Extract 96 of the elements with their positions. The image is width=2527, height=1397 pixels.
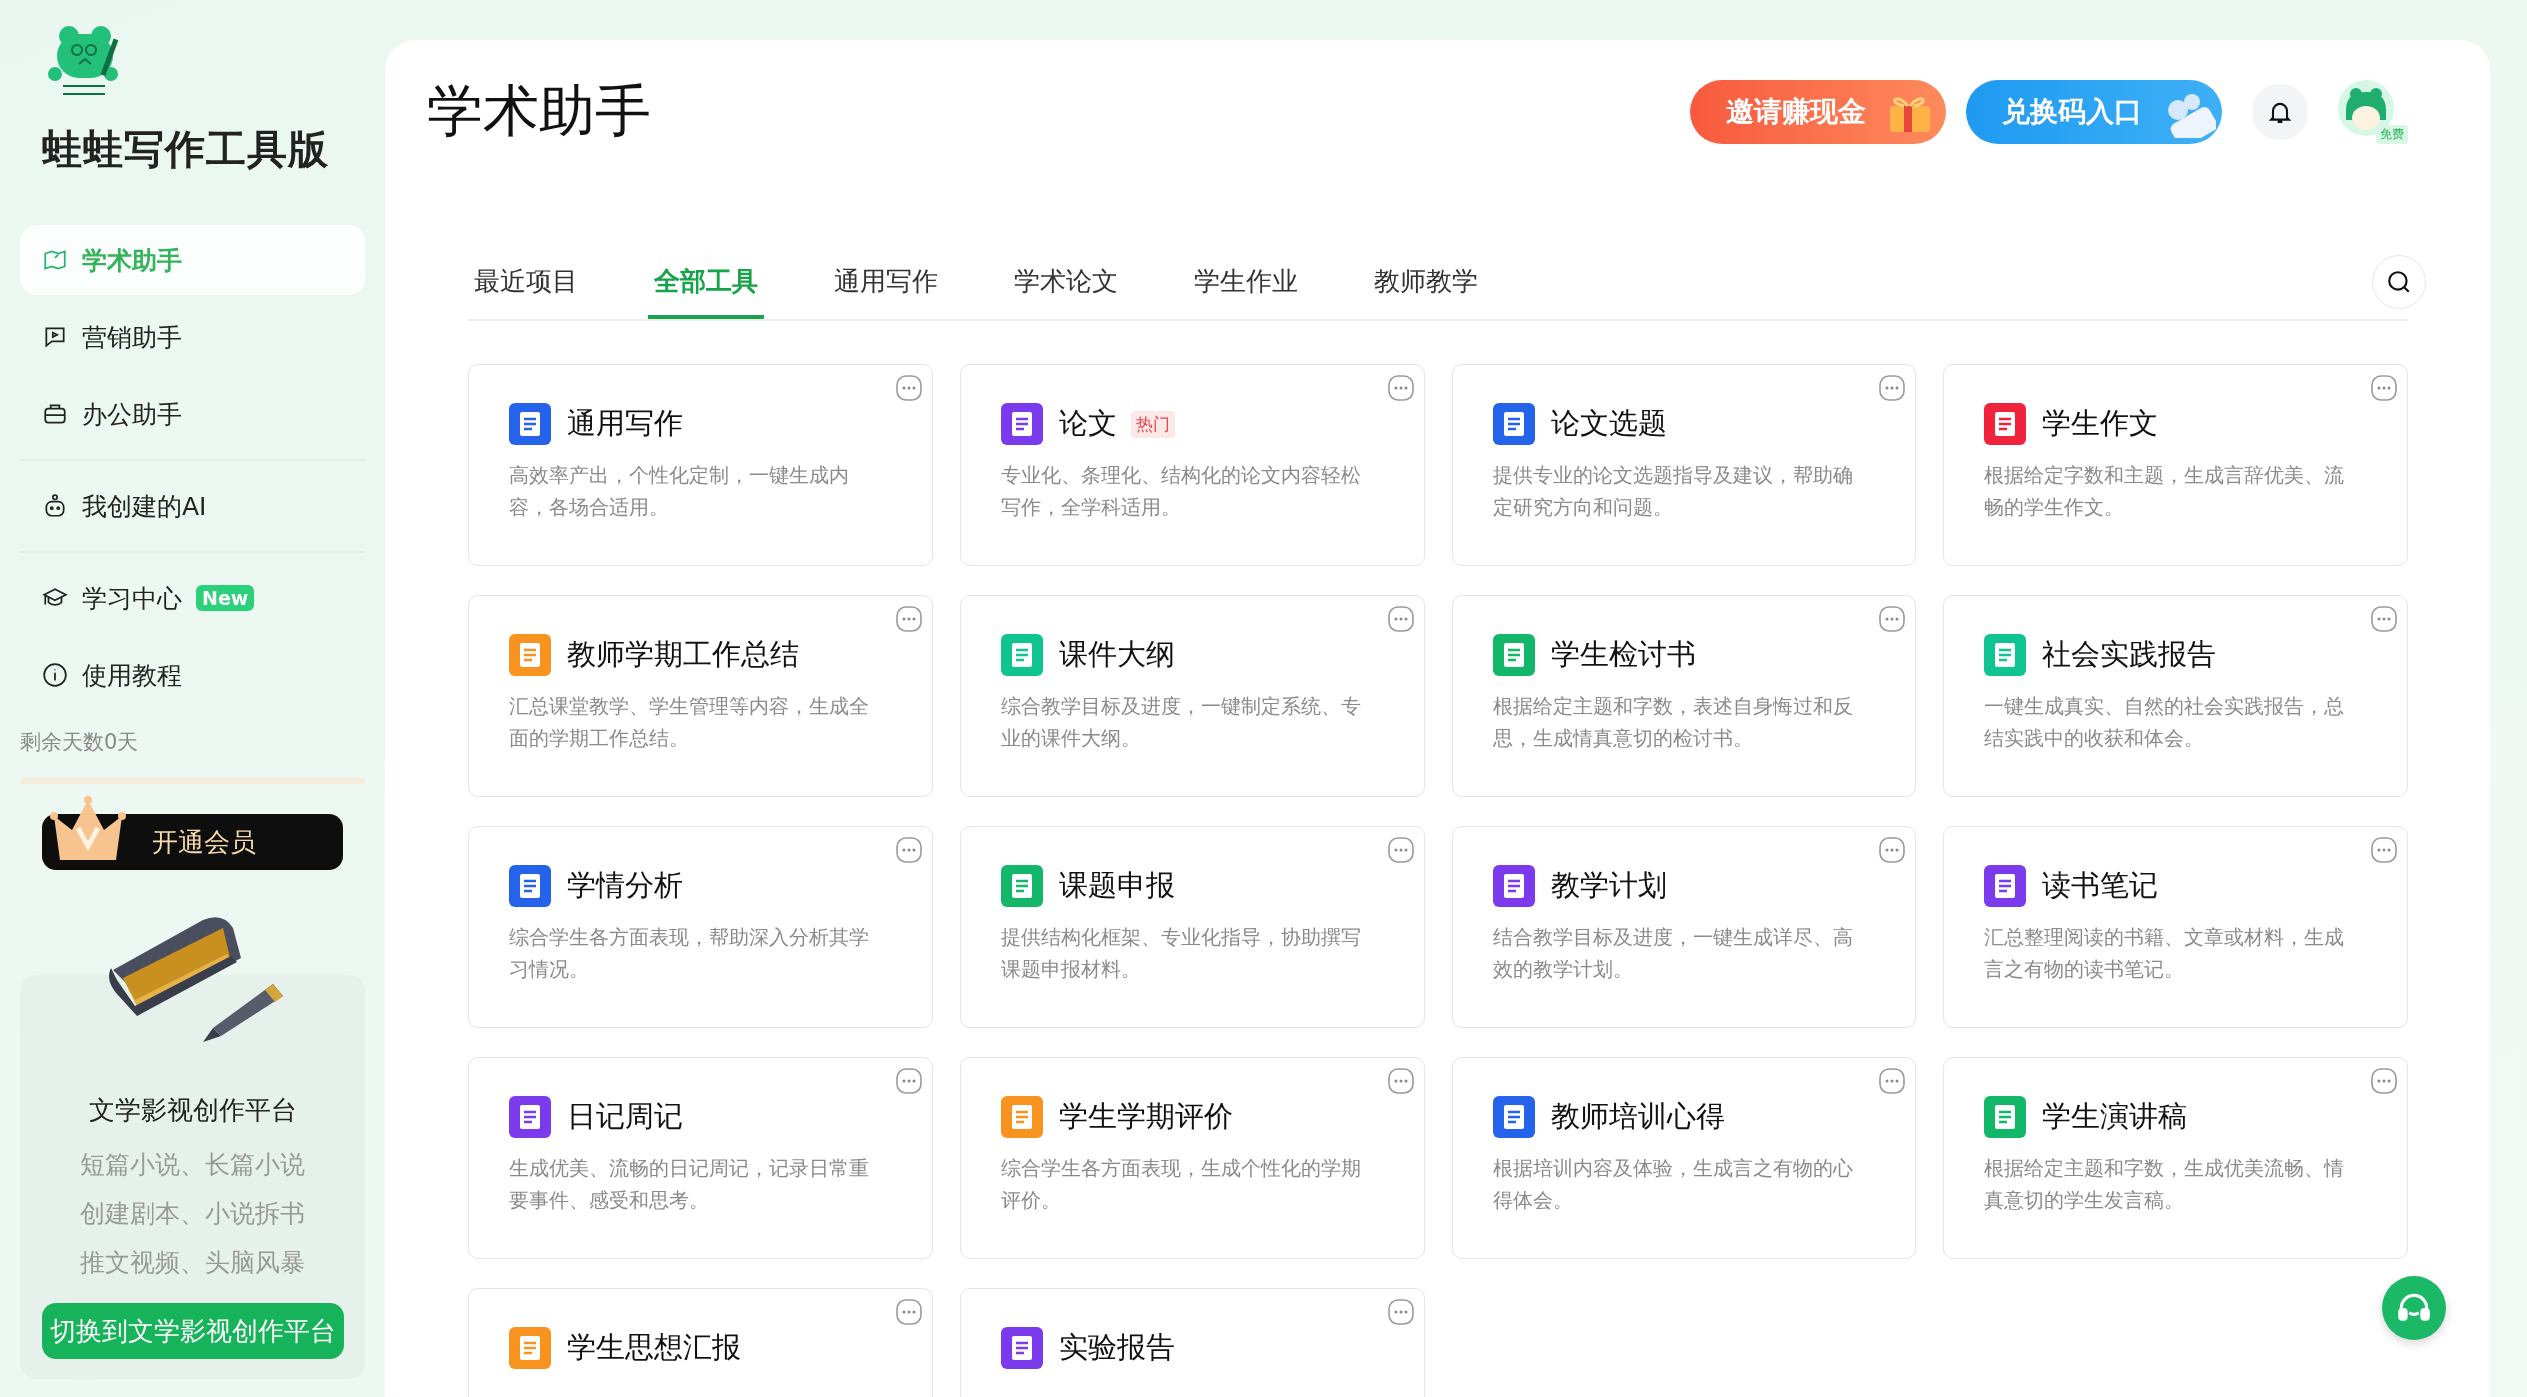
tool-card[interactable]: 通用写作 高效率产出，个性化定制，一键生成内容，各场合适用。 (468, 364, 933, 566)
tool-title: 教师培训心得 (1550, 1098, 1725, 1135)
chat-play-icon (42, 324, 68, 350)
tool-card[interactable]: 论文 热门 专业化、条理化、结构化的论文内容轻松写作，全学科适用。 (959, 364, 1425, 566)
tool-title: 学情分析 (567, 867, 683, 904)
category-tab[interactable]: 通用写作 (828, 244, 944, 319)
more-button[interactable] (895, 837, 922, 863)
tool-title: 教师学期工作总结 (567, 636, 799, 673)
tool-description: 根据给定字数和主题，生成言辞优美、流畅的学生作文。 (1984, 462, 2346, 521)
tool-title: 日记周记 (567, 1098, 683, 1135)
nav-item[interactable]: 使用教程 (20, 640, 365, 710)
hot-tag: 热门 (1130, 410, 1175, 438)
tool-card[interactable]: 教师学期工作总结 汇总课堂教学、学生管理等内容，生成全面的学期工作总结。 (468, 595, 933, 797)
search-icon (2386, 268, 2412, 295)
brand-name: 蛙蛙写作工具版 (42, 125, 330, 174)
tool-description: 综合学生各方面表现，生成个性化的学期评价。 (1000, 1155, 1362, 1214)
more-button[interactable] (1387, 1068, 1414, 1094)
tool-card[interactable]: 社会实践报告 一键生成真实、自然的社会实践报告，总结实践中的收获和体会。 (1943, 595, 2408, 797)
robot-icon (42, 493, 68, 519)
tool-title: 实验报告 (1058, 1329, 1175, 1366)
promo-title: 文学影视创作平台 (88, 1094, 297, 1127)
more-button[interactable] (2371, 1068, 2397, 1094)
tool-description: 专业化、条理化、结构化的论文内容轻松写作，全学科适用。 (1000, 462, 1362, 521)
more-button[interactable] (1387, 837, 1414, 863)
tool-title: 学生作文 (2042, 405, 2159, 442)
promo-feature: 推文视频、头脑风暴 (80, 1247, 305, 1279)
tool-card[interactable]: 学生作文 根据给定字数和主题，生成言辞优美、流畅的学生作文。 (1943, 364, 2408, 566)
tool-description: 根据培训内容及体验，生成言之有物的心得体会。 (1492, 1155, 1854, 1214)
tool-card[interactable]: 学生演讲稿 根据给定主题和字数，生成优美流畅、情真意切的学生发言稿。 (1943, 1057, 2408, 1259)
tool-card[interactable]: 课题申报 提供结构化框架、专业化指导，协助撰写课题申报材料。 (959, 826, 1425, 1028)
tool-title: 教学计划 (1550, 867, 1667, 904)
more-button[interactable] (1879, 375, 1906, 401)
category-tab[interactable]: 教师教学 (1368, 244, 1484, 319)
more-button[interactable] (895, 1068, 922, 1094)
new-badge: New (196, 585, 255, 611)
tool-title: 学生思想汇报 (567, 1329, 741, 1366)
tool-description: 结合教学目标及进度，一键生成详尽、高效的教学计划。 (1492, 924, 1854, 983)
tool-description: 汇总整理阅读的书籍、文章或材料，生成言之有物的读书笔记。 (1984, 924, 2346, 983)
more-button[interactable] (1387, 1299, 1414, 1325)
tool-description: 高效率产出，个性化定制，一键生成内容，各场合适用。 (509, 462, 850, 521)
tool-card[interactable]: 教学计划 结合教学目标及进度，一键生成详尽、高效的教学计划。 (1451, 826, 1917, 1028)
tool-description: 一键生成真实、自然的社会实践报告，总结实践中的收获和体会。 (1984, 693, 2346, 752)
tool-card[interactable]: 教师培训心得 根据培训内容及体验，生成言之有物的心得体会。 (1451, 1057, 1917, 1259)
tool-description: 提供结构化框架、专业化指导，协助撰写课题申报材料。 (1000, 924, 1362, 983)
tool-description: 综合学生各方面表现，帮助深入分析其学习情况。 (509, 924, 870, 983)
tool-card[interactable]: 日记周记 生成优美、流畅的日记周记，记录日常重要事件、感受和思考。 (468, 1057, 933, 1259)
promo-feature: 创建剧本、小说拆书 (80, 1198, 305, 1230)
briefcase-icon (42, 401, 68, 427)
tool-card[interactable]: 学情分析 综合学生各方面表现，帮助深入分析其学习情况。 (468, 826, 933, 1028)
more-button[interactable] (1879, 606, 1906, 632)
nav-item[interactable]: 营销助手 (20, 302, 365, 372)
tool-title: 课件大纲 (1058, 636, 1175, 673)
tool-description: 提供专业的论文选题指导及建议，帮助确定研究方向和问题。 (1492, 462, 1854, 521)
tool-card[interactable]: 实验报告 (959, 1288, 1425, 1397)
tool-description: 综合教学目标及进度，一键制定系统、专业的课件大纲。 (1000, 693, 1362, 752)
tool-card[interactable]: 课件大纲 综合教学目标及进度，一键制定系统、专业的课件大纲。 (959, 595, 1425, 797)
more-button[interactable] (895, 606, 922, 632)
nav-item[interactable]: 办公助手 (20, 379, 365, 449)
tool-title: 论文 (1058, 405, 1117, 442)
category-tab[interactable]: 学术论文 (1008, 244, 1124, 319)
tool-card[interactable]: 学生学期评价 综合学生各方面表现，生成个性化的学期评价。 (959, 1057, 1425, 1259)
tool-title: 读书笔记 (2042, 867, 2159, 904)
tool-card[interactable]: 学生思想汇报 (468, 1288, 933, 1397)
more-button[interactable] (1387, 606, 1414, 632)
tool-description: 汇总课堂教学、学生管理等内容，生成全面的学期工作总结。 (509, 693, 870, 752)
promo-feature: 短篇小说、长篇小说 (80, 1149, 305, 1181)
tool-card[interactable]: 论文选题 提供专业的论文选题指导及建议，帮助确定研究方向和问题。 (1451, 364, 1917, 566)
tool-title: 课题申报 (1058, 867, 1175, 904)
tool-description: 根据给定主题和字数，表述自身悔过和反思，生成情真意切的检讨书。 (1492, 693, 1854, 752)
more-button[interactable] (2371, 606, 2397, 632)
info-icon (42, 662, 68, 688)
tool-title: 通用写作 (567, 405, 683, 442)
book-icon (42, 247, 68, 273)
category-tab[interactable]: 最近项目 (468, 244, 584, 319)
more-button[interactable] (1387, 375, 1414, 401)
more-button[interactable] (1879, 1068, 1906, 1094)
remaining-days: 剩余天数0天 (20, 728, 365, 756)
tool-description: 生成优美、流畅的日记周记，记录日常重要事件、感受和思考。 (509, 1155, 870, 1214)
nav-item[interactable]: 学习中心 New (20, 563, 365, 633)
more-button[interactable] (2371, 837, 2397, 863)
more-button[interactable] (1879, 837, 1906, 863)
nav-item[interactable]: 我创建的AI (20, 471, 365, 541)
tool-title: 学生检讨书 (1550, 636, 1696, 673)
tool-card[interactable]: 学生检讨书 根据给定主题和字数，表述自身悔过和反思，生成情真意切的检讨书。 (1451, 595, 1917, 797)
tool-description: 根据给定主题和字数，生成优美流畅、情真意切的学生发言稿。 (1984, 1155, 2346, 1214)
category-tab[interactable]: 学生作业 (1188, 244, 1304, 319)
tool-title: 学生演讲稿 (2042, 1098, 2188, 1135)
tool-card[interactable]: 读书笔记 汇总整理阅读的书籍、文章或材料，生成言之有物的读书笔记。 (1943, 826, 2408, 1028)
tool-title: 社会实践报告 (2042, 636, 2217, 673)
plan-badge: 免费 (2376, 125, 2408, 144)
page-title: 学术助手 (427, 77, 652, 145)
more-button[interactable] (2371, 375, 2397, 401)
more-button[interactable] (895, 375, 922, 401)
tool-title: 学生学期评价 (1058, 1098, 1233, 1135)
tool-title: 论文选题 (1550, 405, 1667, 442)
more-button[interactable] (895, 1299, 922, 1325)
